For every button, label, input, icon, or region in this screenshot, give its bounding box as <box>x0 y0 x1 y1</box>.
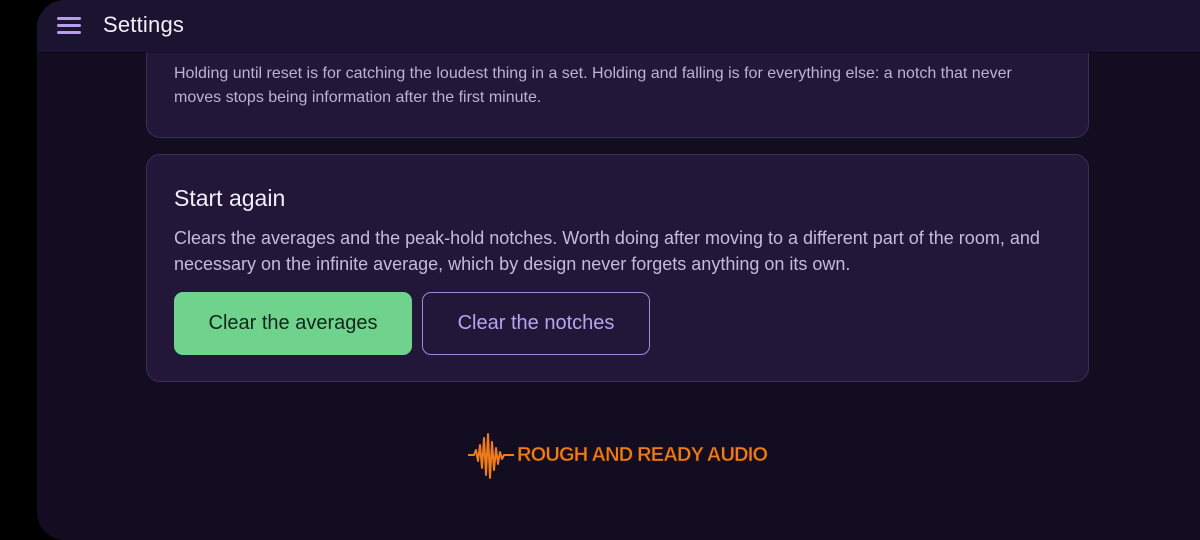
peak-hold-description: Holding until reset is for catching the … <box>174 65 1012 106</box>
app-window: Settings Holding until reset is for catc… <box>37 0 1200 540</box>
app-bar: Settings <box>37 0 1200 52</box>
start-again-description: Clears the averages and the peak-hold no… <box>174 228 1040 274</box>
start-again-heading: Start again <box>174 185 286 211</box>
clear-averages-button[interactable]: Clear the averages <box>174 292 412 355</box>
hamburger-menu-icon[interactable] <box>55 14 83 38</box>
sound-wave-icon <box>468 433 514 479</box>
brand-logo: ROUGH AND READY AUDIO <box>468 430 769 480</box>
page-title: Settings <box>103 12 185 37</box>
clear-notches-button[interactable]: Clear the notches <box>422 292 650 355</box>
start-again-card: Start again Clears the averages and the … <box>146 154 1089 382</box>
brand-logo-text: ROUGH AND READY AUDIO <box>517 443 769 466</box>
